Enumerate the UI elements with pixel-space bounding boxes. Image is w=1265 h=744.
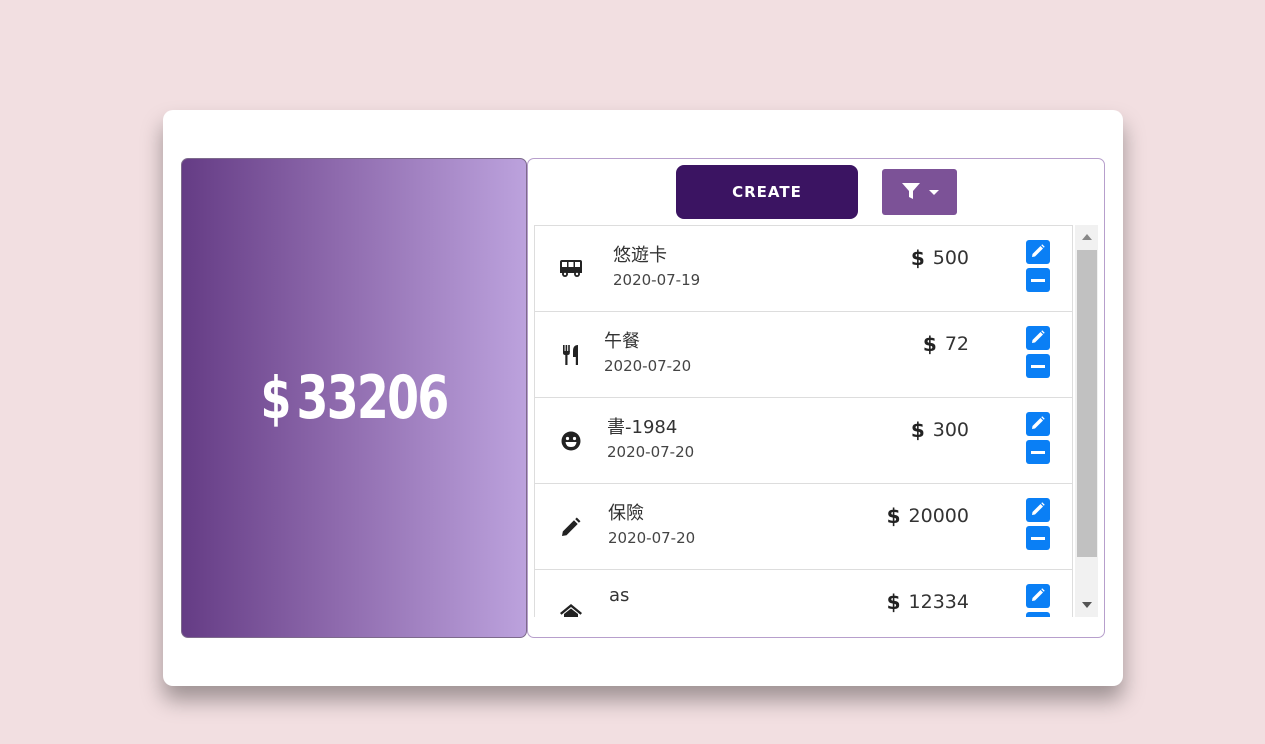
scrollbar-thumb[interactable] bbox=[1077, 250, 1097, 557]
filter-icon bbox=[901, 181, 921, 204]
item-amount: $ 20000 bbox=[887, 504, 969, 528]
caret-down-icon bbox=[928, 189, 939, 195]
item-name: 悠遊卡 bbox=[613, 245, 667, 266]
edit-button[interactable] bbox=[1026, 326, 1050, 350]
remove-button[interactable] bbox=[1026, 440, 1050, 464]
remove-button[interactable] bbox=[1026, 354, 1050, 378]
edit-button[interactable] bbox=[1026, 240, 1050, 264]
item-date: 2020-07-20 bbox=[607, 443, 695, 461]
item-name: 午餐 bbox=[604, 331, 640, 352]
item-amount: $ 300 bbox=[911, 418, 969, 442]
triangle-down-icon bbox=[1081, 602, 1092, 608]
total-currency-symbol: $ bbox=[260, 364, 291, 432]
edit-button[interactable] bbox=[1026, 584, 1050, 608]
minus-icon bbox=[1031, 536, 1045, 540]
item-currency: $ bbox=[886, 590, 901, 614]
item-date: 2020-07-20 bbox=[604, 357, 692, 375]
utensils-icon bbox=[558, 343, 584, 367]
pencil-icon bbox=[1031, 415, 1045, 433]
scroll-up-button[interactable] bbox=[1075, 227, 1098, 247]
item-name: 書-1984 bbox=[607, 417, 678, 438]
item-amount: $ 500 bbox=[911, 246, 969, 270]
remove-button[interactable] bbox=[1026, 268, 1050, 292]
minus-icon bbox=[1031, 450, 1045, 454]
item-date: 2020-07-19 bbox=[613, 271, 701, 289]
main-card: $ 33206 CREATE 悠遊卡 2020-07-19 $ 500 午餐 2… bbox=[163, 110, 1123, 686]
edit-button[interactable] bbox=[1026, 412, 1050, 436]
item-amount: $ 12334 bbox=[887, 590, 969, 614]
filter-dropdown-button[interactable] bbox=[882, 169, 957, 215]
item-amount: $ 72 bbox=[923, 332, 969, 356]
list-item: 書-1984 2020-07-20 $ 300 bbox=[534, 397, 1073, 484]
home-icon bbox=[558, 601, 584, 617]
item-amount-value: 72 bbox=[944, 333, 969, 355]
remove-button[interactable] bbox=[1026, 526, 1050, 550]
list-item: 保險 2020-07-20 $ 20000 bbox=[534, 483, 1073, 570]
pencil-icon bbox=[558, 515, 584, 539]
create-button[interactable]: CREATE bbox=[676, 165, 858, 219]
pencil-icon bbox=[1031, 329, 1045, 347]
grin-icon bbox=[558, 429, 584, 453]
item-name: as bbox=[609, 585, 630, 606]
total-balance-panel: $ 33206 bbox=[181, 158, 527, 638]
edit-button[interactable] bbox=[1026, 498, 1050, 522]
total-amount-value: 33206 bbox=[296, 363, 449, 433]
transaction-list[interactable]: 悠遊卡 2020-07-19 $ 500 午餐 2020-07-20 $ 72 … bbox=[534, 225, 1098, 617]
item-amount-value: 12334 bbox=[908, 591, 969, 613]
pencil-icon bbox=[1031, 243, 1045, 261]
item-amount-value: 20000 bbox=[908, 505, 969, 527]
list-item: 午餐 2020-07-20 $ 72 bbox=[534, 311, 1073, 398]
triangle-up-icon bbox=[1081, 234, 1092, 240]
item-currency: $ bbox=[910, 418, 925, 442]
pencil-icon bbox=[1031, 587, 1045, 605]
remove-button[interactable] bbox=[1026, 612, 1050, 617]
minus-icon bbox=[1031, 364, 1045, 368]
list-item: as $ 12334 bbox=[534, 569, 1073, 617]
item-currency: $ bbox=[922, 332, 937, 356]
pencil-icon bbox=[1031, 501, 1045, 519]
transactions-panel: CREATE 悠遊卡 2020-07-19 $ 500 午餐 2020-07-2… bbox=[527, 158, 1105, 638]
minus-icon bbox=[1031, 278, 1045, 282]
list-item: 悠遊卡 2020-07-19 $ 500 bbox=[534, 225, 1073, 312]
item-currency: $ bbox=[886, 504, 901, 528]
scroll-down-button[interactable] bbox=[1075, 595, 1098, 615]
item-date: 2020-07-20 bbox=[608, 529, 696, 547]
item-amount-value: 500 bbox=[932, 247, 969, 269]
list-scrollbar[interactable] bbox=[1075, 225, 1098, 617]
item-name: 保險 bbox=[608, 503, 644, 524]
item-currency: $ bbox=[910, 246, 925, 270]
item-amount-value: 300 bbox=[932, 419, 969, 441]
bus-icon bbox=[558, 257, 584, 281]
total-balance: $ 33206 bbox=[260, 363, 449, 433]
